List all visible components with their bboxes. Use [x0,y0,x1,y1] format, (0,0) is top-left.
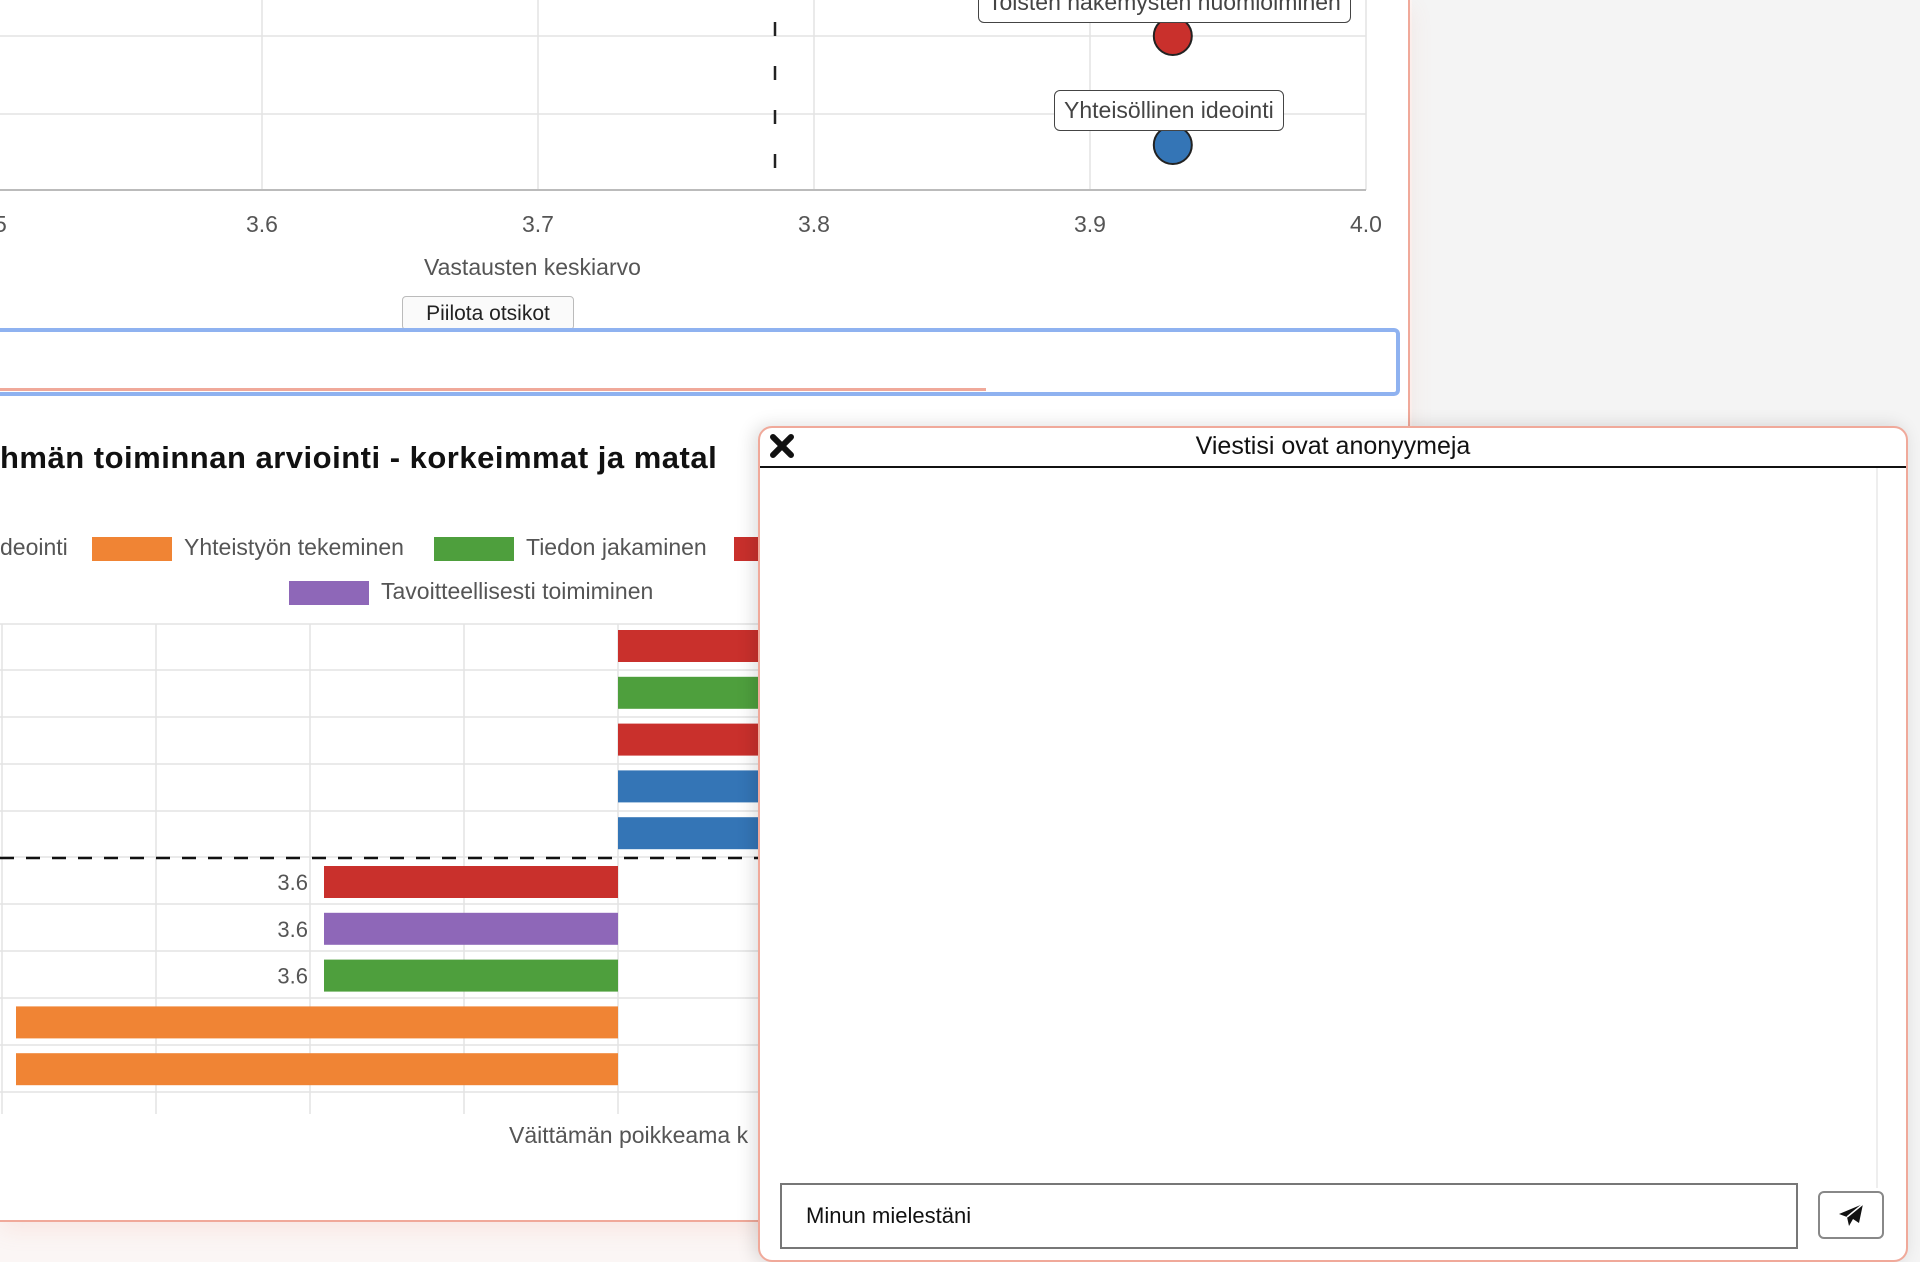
point-label-yhteisollinen: Yhteisöllinen ideointi [1054,90,1284,131]
hide-labels-button[interactable]: Piilota otsikot [402,296,574,330]
legend-item-tavoitteellisesti[interactable]: Tavoitteellisesti toimiminen [289,578,653,605]
x-tick-label: 3.6 [246,211,278,237]
bar[interactable] [324,912,618,945]
chat-panel: Viestisi ovat anonyymeja [758,426,1908,1262]
bar-chart-title: hmän toiminnan arviointi - korkeimmat ja… [0,440,718,475]
scatter-chart: 5 3.6 3.7 3.8 3.9 4.0 [0,0,1382,237]
legend-item-yhteistyo[interactable]: Yhteistyön tekeminen [92,534,404,561]
point-label-toisten: Toisten näkemysten huomioiminen [978,0,1351,23]
bar[interactable] [618,770,768,803]
x-tick-label: 4.0 [1350,211,1382,237]
bar[interactable] [618,817,768,850]
bar-value-label: 3.6 [277,964,308,989]
close-icon[interactable] [768,432,796,460]
bar[interactable] [324,959,618,992]
scatter-point[interactable] [1152,125,1193,165]
divider [0,388,986,391]
paper-plane-icon [1839,1203,1864,1226]
legend-item-ideointi[interactable]: deointi [0,534,68,561]
legend-swatch [289,580,369,605]
x-tick-label: 3.9 [1074,211,1106,237]
bar-value-label: 3.6 [277,870,308,895]
svg-text:5: 5 [0,211,7,237]
legend-swatch [92,536,172,561]
x-tick-label: 3.7 [522,211,554,237]
chat-scrollbar[interactable] [1876,468,1878,1188]
chat-header: Viestisi ovat anonyymeja [760,428,1906,468]
bar[interactable] [618,676,768,709]
legend-swatch [434,536,514,561]
comment-input-frame[interactable] [0,328,1400,396]
bar[interactable] [324,866,618,898]
x-tick-label: 3.8 [798,211,830,237]
bar[interactable] [16,1053,618,1086]
chat-title: Viestisi ovat anonyymeja [1195,432,1471,460]
chat-message-input[interactable] [780,1183,1798,1249]
bar[interactable] [618,723,768,756]
send-button[interactable] [1818,1191,1884,1239]
legend-item-tiedon[interactable]: Tiedon jakaminen [434,534,707,561]
bar[interactable] [618,630,768,662]
bar-value-label: 3.6 [277,917,308,942]
scatter-x-axis-label: Vastausten keskiarvo [424,254,641,280]
bar[interactable] [16,1006,618,1039]
bar-x-axis-label: Väittämän poikkeama k [509,1122,749,1148]
